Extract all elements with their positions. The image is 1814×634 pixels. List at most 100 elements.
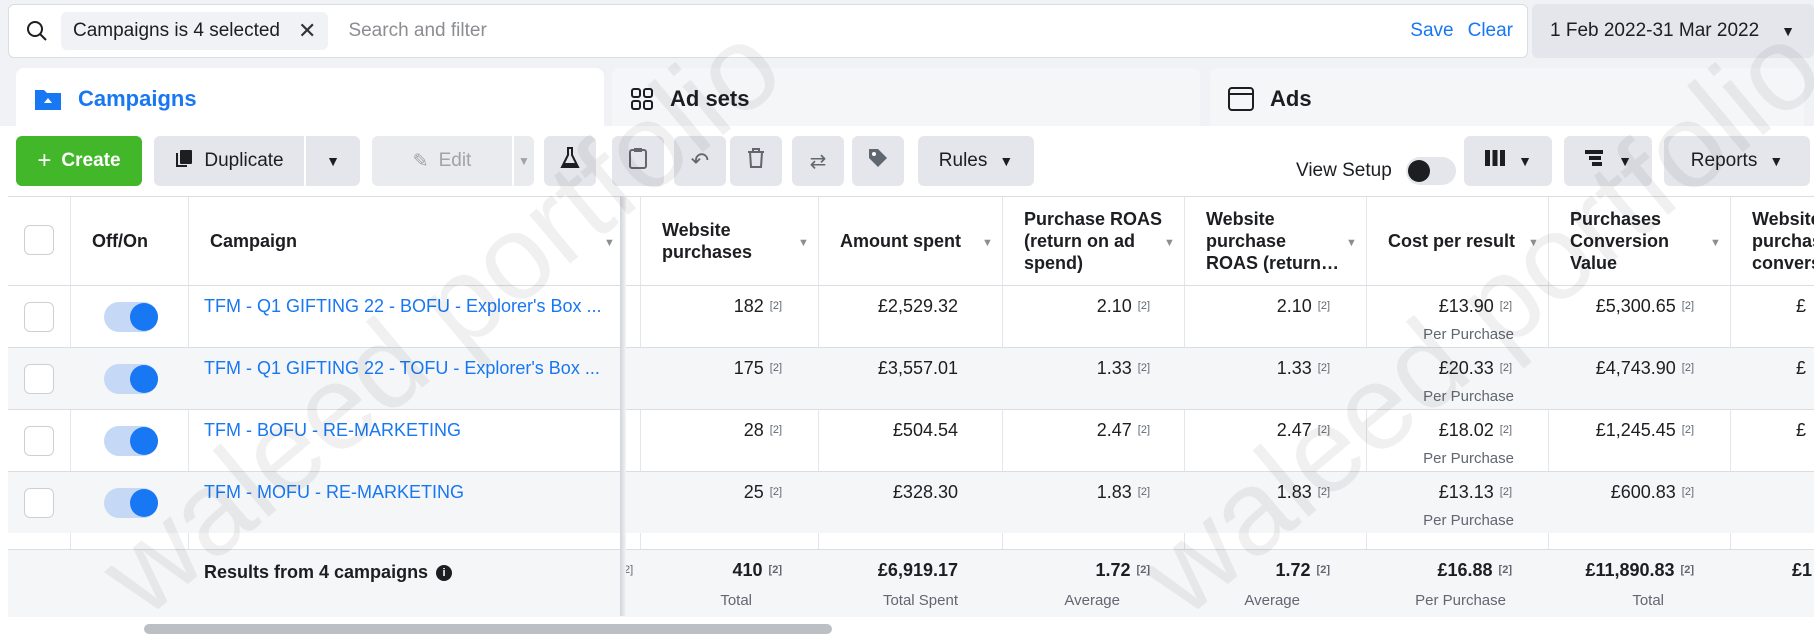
- header-off-on[interactable]: Off/On: [78, 197, 188, 285]
- website-purchase-roas-value: 2.47 [2]: [1277, 420, 1330, 441]
- website-purchases-value: 182 [2]: [734, 296, 782, 317]
- undo-button[interactable]: ↶: [674, 136, 726, 186]
- table-row[interactable]: TFM - MOFU - RE-MARKETING 25 [2] £328.30 …: [8, 471, 1814, 533]
- conversion-value: £600.83 [2]: [1611, 482, 1694, 503]
- info-icon[interactable]: i: [436, 564, 453, 581]
- tab-ads[interactable]: Ads: [1210, 68, 1804, 130]
- rules-button[interactable]: Rules ▼: [918, 136, 1034, 186]
- header-cost-per-result[interactable]: Cost per result: [1374, 197, 1534, 285]
- total-cpr-value: £16.88 [2]: [1437, 560, 1512, 581]
- cost-per-result-sub: Per Purchase: [1423, 388, 1514, 405]
- clear-filter-link[interactable]: Clear: [1468, 20, 1513, 42]
- header-amount-spent[interactable]: Amount spent: [826, 197, 986, 285]
- sort-icon[interactable]: ▼: [798, 237, 809, 249]
- tag-button[interactable]: [852, 136, 904, 186]
- cost-per-result-value: £13.90 [2]: [1439, 296, 1512, 317]
- campaign-name-link[interactable]: TFM - BOFU - RE-MARKETING: [204, 420, 624, 441]
- table-row[interactable]: TFM - Q1 GIFTING 22 - TOFU - Explorer's …: [8, 347, 1814, 409]
- totals-label-text: Results from 4 campaigns: [204, 562, 429, 582]
- sort-icon[interactable]: ▼: [1164, 237, 1175, 249]
- caret-down-icon: ▼: [1769, 153, 1784, 169]
- footnote: [2]: [1681, 424, 1694, 436]
- create-button[interactable]: + Create: [16, 136, 142, 186]
- value: 410: [732, 560, 763, 580]
- footnote: [2]: [1316, 564, 1330, 576]
- duplicate-button[interactable]: Duplicate: [154, 136, 304, 186]
- footnote: [2]: [1317, 300, 1330, 312]
- campaign-name-link[interactable]: TFM - Q1 GIFTING 22 - TOFU - Explorer's …: [204, 358, 624, 379]
- tab-campaigns[interactable]: Campaigns: [16, 68, 604, 130]
- footnote: [2]: [1317, 486, 1330, 498]
- save-filter-link[interactable]: Save: [1410, 20, 1453, 42]
- sort-icon[interactable]: ▼: [1528, 237, 1539, 249]
- campaign-toggle[interactable]: [104, 488, 158, 518]
- total-web-roas-sub: Average: [1244, 592, 1300, 609]
- search-icon[interactable]: [17, 11, 57, 51]
- value: 1.83: [1096, 482, 1132, 502]
- campaign-toggle[interactable]: [104, 426, 158, 456]
- campaign-name-link[interactable]: TFM - Q1 GIFTING 22 - BOFU - Explorer's …: [204, 296, 624, 317]
- select-all-checkbox[interactable]: [24, 225, 54, 255]
- sort-icon[interactable]: ▼: [1346, 237, 1357, 249]
- columns-button[interactable]: ▼: [1464, 136, 1552, 186]
- cost-per-result-value: £20.33 [2]: [1439, 358, 1512, 379]
- totals-label: Results from 4 campaigns i: [204, 562, 453, 583]
- row-checkbox[interactable]: [24, 488, 54, 518]
- row-checkbox[interactable]: [24, 426, 54, 456]
- total-spent-value: £6,919.17: [877, 560, 958, 580]
- header-purchases-conversion-value[interactable]: Purchases Conversion Value: [1556, 197, 1706, 285]
- header-campaign-label: Campaign: [210, 231, 298, 251]
- truncated-value: £: [1796, 358, 1807, 378]
- header-purchase-roas[interactable]: Purchase ROAS (return on ad spend): [1010, 197, 1166, 285]
- ab-test-button[interactable]: [544, 136, 596, 186]
- value: 1.72: [1275, 560, 1311, 580]
- ads-manager: Campaigns is 4 selected ✕ Search and fil…: [0, 0, 1814, 634]
- flask-icon: [560, 147, 580, 175]
- campaign-folder-icon: [34, 87, 62, 111]
- breakdown-button[interactable]: ▼: [1564, 136, 1652, 186]
- header-website-purchase-conversion[interactable]: Website purchas convers: [1738, 197, 1814, 285]
- sort-icon[interactable]: ▼: [982, 237, 993, 249]
- view-setup-toggle[interactable]: [1405, 157, 1456, 185]
- campaign-toggle[interactable]: [104, 364, 158, 394]
- table-row[interactable]: TFM - Q1 GIFTING 22 - BOFU - Explorer's …: [8, 285, 1814, 347]
- filter-chip-label: Campaigns is 4 selected: [73, 20, 280, 41]
- header-website-purchases[interactable]: Website purchases: [648, 197, 798, 285]
- clipboard-button[interactable]: [612, 136, 664, 186]
- edit-menu-button[interactable]: ▼: [514, 136, 534, 186]
- header-campaign[interactable]: Campaign: [196, 197, 616, 285]
- caret-down-icon: ▼: [1618, 153, 1632, 169]
- campaign-name-link[interactable]: TFM - MOFU - RE-MARKETING: [204, 482, 624, 503]
- website-purchase-roas-value: 2.10 [2]: [1277, 296, 1330, 317]
- row-checkbox[interactable]: [24, 364, 54, 394]
- table-row[interactable]: TFM - BOFU - RE-MARKETING 28 [2] £504.54 …: [8, 409, 1814, 471]
- delete-button[interactable]: [730, 136, 782, 186]
- breakdown-icon: [1584, 149, 1606, 173]
- export-button[interactable]: ⇄: [792, 136, 844, 186]
- footnote: [2]: [769, 486, 782, 498]
- footnote: [2]: [1681, 300, 1694, 312]
- header-website-purchase-roas[interactable]: Website purchase ROAS (return…: [1192, 197, 1342, 285]
- caret-down-icon: ▼: [1781, 23, 1795, 39]
- tab-ad-sets[interactable]: Ad sets: [612, 68, 1200, 130]
- campaign-toggle[interactable]: [104, 302, 158, 332]
- value: £11,890.83: [1585, 560, 1675, 580]
- caret-down-icon: ▼: [999, 153, 1014, 169]
- tab-campaigns-label: Campaigns: [78, 86, 197, 111]
- search-input[interactable]: Search and filter: [348, 20, 1410, 42]
- purchase-roas-value: 1.83 [2]: [1097, 482, 1150, 503]
- reports-label: Reports: [1690, 150, 1758, 171]
- duplicate-menu-button[interactable]: ▼: [306, 136, 360, 186]
- sort-icon[interactable]: ▼: [604, 237, 615, 249]
- amount-spent-value: £328.30: [892, 482, 958, 502]
- edit-button[interactable]: ✎ Edit: [372, 136, 512, 186]
- close-icon[interactable]: ✕: [298, 18, 316, 44]
- filter-bar: Campaigns is 4 selected ✕ Search and fil…: [8, 4, 1528, 58]
- date-range-picker[interactable]: 1 Feb 2022-31 Mar 2022 ▼: [1532, 4, 1814, 58]
- filter-chip[interactable]: Campaigns is 4 selected ✕: [61, 12, 329, 50]
- sort-icon[interactable]: ▼: [1710, 237, 1721, 249]
- horizontal-scrollbar[interactable]: [144, 624, 832, 634]
- reports-button[interactable]: Reports ▼: [1664, 136, 1810, 186]
- row-checkbox[interactable]: [24, 302, 54, 332]
- footnote: [2]: [769, 300, 782, 312]
